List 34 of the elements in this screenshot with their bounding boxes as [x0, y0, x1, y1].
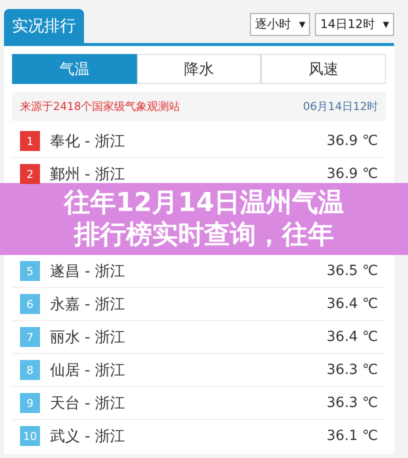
temperature: 36.5 ℃	[326, 263, 378, 279]
station-name: 遂昌 - 浙江	[50, 262, 125, 280]
panel-title-tab[interactable]: 实况排行	[4, 9, 84, 43]
rank-badge: 10	[20, 426, 40, 446]
tab[interactable]: 风速	[261, 54, 386, 84]
temperature: 36.4 ℃	[326, 296, 378, 312]
banner-text: 排行榜实时查询，往年	[74, 219, 334, 251]
rank-badge: 2	[20, 164, 40, 184]
temperature: 36.9 ℃	[326, 133, 378, 149]
tab[interactable]: 降水	[136, 54, 262, 84]
temperature: 36.3 ℃	[326, 395, 378, 411]
temperature: 36.3 ℃	[326, 362, 378, 378]
temperature: 36.4 ℃	[326, 329, 378, 345]
rank-badge: 5	[20, 261, 40, 281]
station-name: 永嘉 - 浙江	[50, 294, 125, 314]
station-name: 丽水 - 浙江	[50, 328, 125, 346]
banner-text: 往年12月14日温州气温	[64, 187, 344, 219]
tab[interactable]: 气温	[12, 54, 137, 84]
station-name: 武义 - 浙江	[50, 426, 125, 446]
rank-badge: 9	[20, 393, 40, 413]
dropdown[interactable]: 14日12时 ▼	[315, 13, 394, 36]
station-name: 天台 - 浙江	[50, 394, 125, 412]
station-name: 仙居 - 浙江	[50, 360, 125, 380]
update-time: 06月14日12时	[303, 99, 378, 114]
rank-badge: 7	[20, 327, 40, 347]
temperature: 36.1 ℃	[326, 428, 378, 444]
rank-badge: 6	[20, 294, 40, 314]
source-text: 来源于2418个国家级气象观测站	[20, 99, 180, 114]
rank-badge: 1	[20, 131, 40, 151]
temperature: 36.9 ℃	[326, 166, 378, 182]
station-name: 鄞州 - 浙江	[50, 164, 125, 184]
dropdown[interactable]: 逐小时 ▼	[250, 13, 310, 36]
station-name: 奉化 - 浙江	[50, 132, 125, 150]
rank-badge: 8	[20, 360, 40, 380]
